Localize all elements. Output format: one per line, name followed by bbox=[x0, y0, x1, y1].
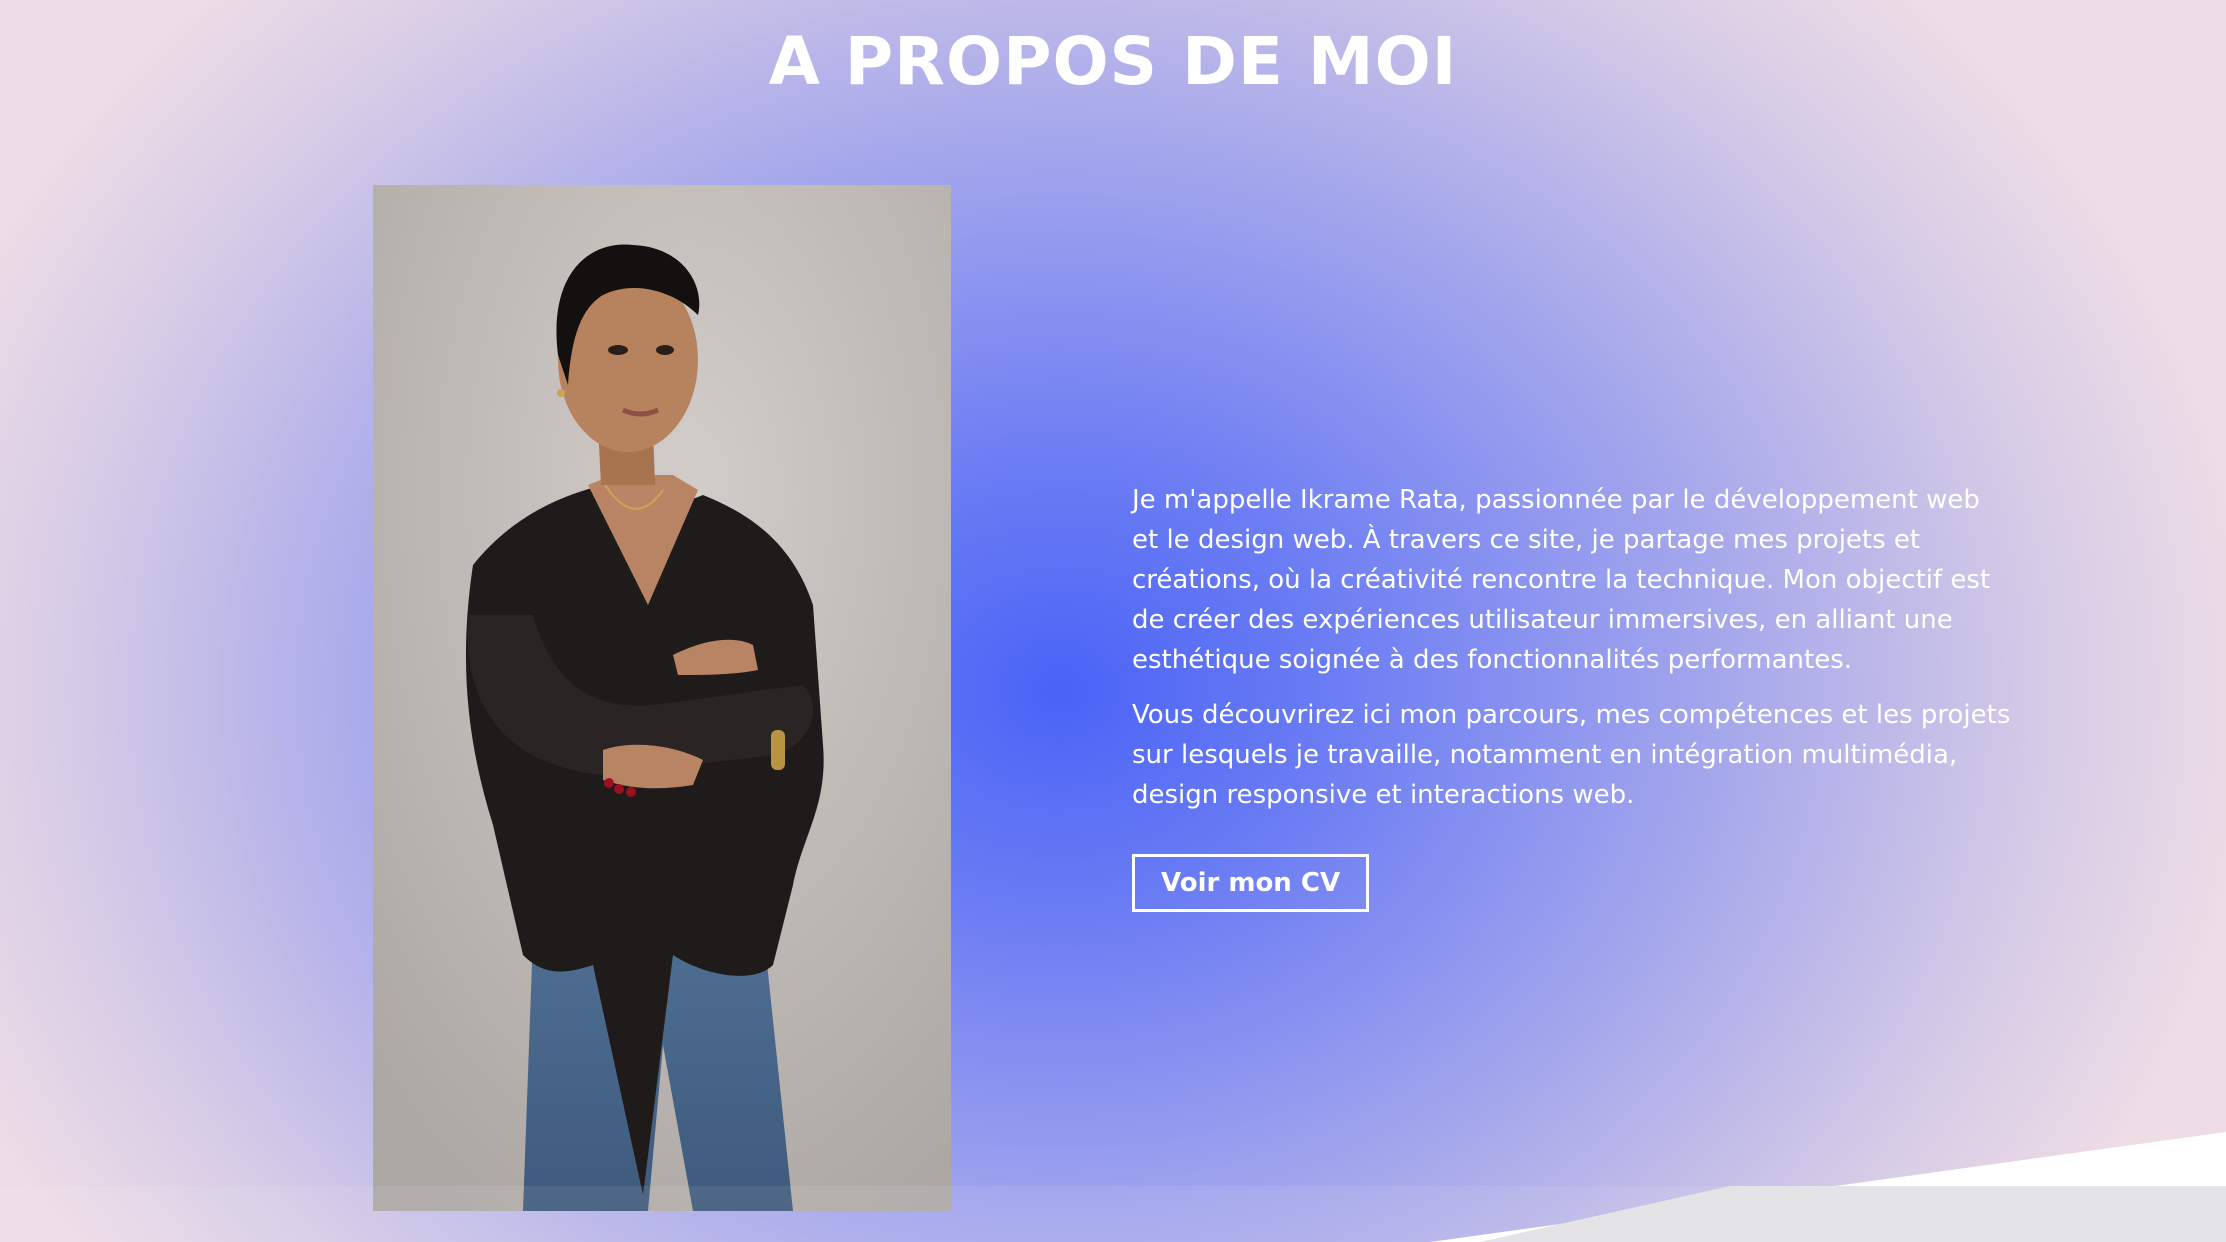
about-paragraph-details: Vous découvrirez ici mon parcours, mes c… bbox=[1132, 700, 2011, 810]
view-cv-button[interactable]: Voir mon CV bbox=[1132, 854, 1370, 912]
footer-band bbox=[0, 1186, 2226, 1242]
about-section: A PROPOS DE MOI Je m'appelle Ikrame Rata… bbox=[0, 0, 2226, 1242]
profile-photo bbox=[373, 185, 951, 1211]
portrait-illustration bbox=[373, 185, 951, 1211]
about-paragraph-intro: Je m'appelle Ikrame Rata, passionnée par… bbox=[1132, 485, 1991, 675]
page-title: A PROPOS DE MOI bbox=[768, 23, 1458, 100]
about-text: Je m'appelle Ikrame Rata, passionnée par… bbox=[1132, 480, 2012, 912]
